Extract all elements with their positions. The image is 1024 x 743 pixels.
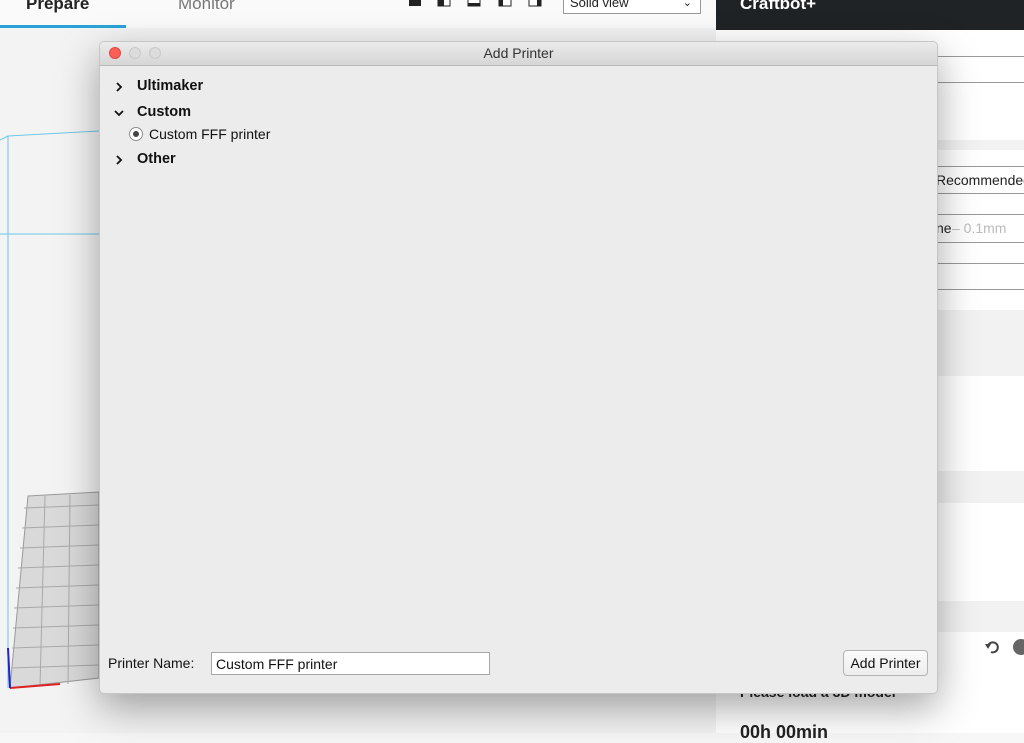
undo-icon[interactable] xyxy=(984,638,1002,656)
category-custom[interactable]: Custom xyxy=(100,102,400,124)
printer-name-input[interactable] xyxy=(211,652,490,675)
custom-fff-label[interactable]: Custom FFF printer xyxy=(149,126,270,142)
view-front-icon[interactable] xyxy=(436,0,452,8)
app-toolbar: Prepare Monitor Solid view ⌄ xyxy=(0,0,716,28)
view-3d-icon[interactable] xyxy=(407,0,423,8)
printer-name-label: Printer Name: xyxy=(108,655,195,671)
function-icon[interactable] xyxy=(1012,638,1024,656)
view-right-icon[interactable] xyxy=(527,0,543,8)
chevron-right-icon[interactable] xyxy=(112,80,126,94)
category-ultimaker[interactable]: Ultimaker xyxy=(100,76,400,98)
add-printer-button[interactable]: Add Printer xyxy=(843,650,928,676)
category-other[interactable]: Other xyxy=(100,149,400,171)
category-label: Custom xyxy=(137,104,191,120)
chevron-right-icon[interactable] xyxy=(112,153,126,167)
view-top-icon[interactable] xyxy=(466,0,482,8)
view-mode-select[interactable]: Solid view ⌄ xyxy=(563,0,701,14)
tab-monitor[interactable]: Monitor xyxy=(178,0,235,14)
chevron-down-icon[interactable] xyxy=(112,106,126,120)
printer-name[interactable]: Craftbot+ xyxy=(740,0,816,14)
add-printer-dialog: Add Printer Ultimaker Custom Custom FFF … xyxy=(99,41,938,694)
printer-header: Craftbot+ xyxy=(716,0,1024,30)
dialog-title: Add Printer xyxy=(483,45,554,61)
dialog-titlebar[interactable]: Add Printer xyxy=(100,42,937,66)
tab-prepare[interactable]: Prepare xyxy=(26,0,89,14)
profile-detail: – 0.1mm xyxy=(952,220,1007,236)
setup-mode-tab[interactable]: Recommended xyxy=(936,172,1024,188)
profile-name[interactable]: ne xyxy=(936,220,952,236)
category-label: Ultimaker xyxy=(137,78,204,94)
view-left-icon[interactable] xyxy=(497,0,513,8)
view-mode-value: Solid view xyxy=(570,0,629,10)
custom-fff-radio[interactable] xyxy=(129,127,143,141)
category-label: Other xyxy=(137,151,176,167)
chevron-down-icon: ⌄ xyxy=(682,0,692,9)
